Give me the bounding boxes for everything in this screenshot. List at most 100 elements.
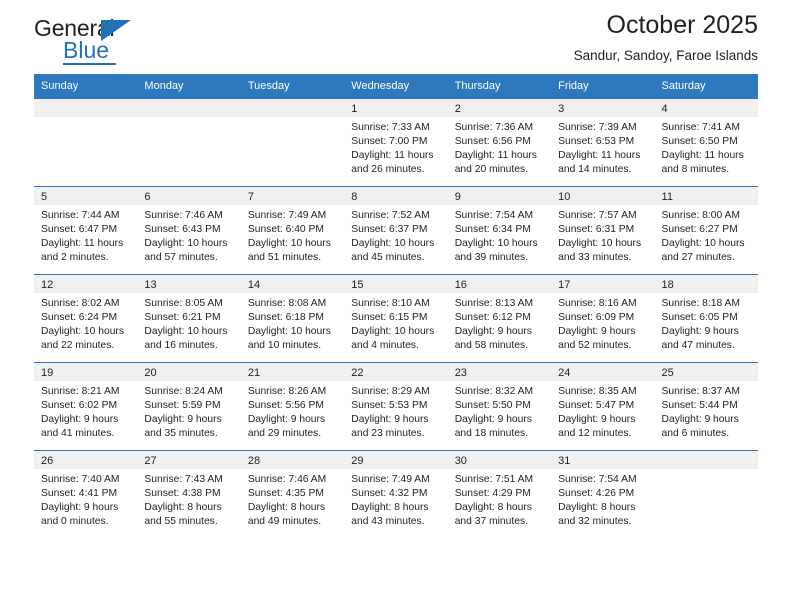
daylight-duration-line2: and 29 minutes. (247, 428, 322, 440)
sunrise-time: Sunrise: 7:40 AM (41, 474, 120, 485)
sunrise-time: Sunrise: 7:36 AM (454, 122, 534, 133)
sunrise-time: Sunrise: 8:00 AM (661, 210, 740, 221)
sunset-time: Sunset: 6:27 PM (661, 224, 738, 236)
daylight-duration-line1: Daylight: 10 hours (558, 238, 642, 250)
sunrise-time: Sunrise: 7:52 AM (351, 210, 430, 221)
calendar-day-cell[interactable]: 8 Sunrise: 7:52 AM Sunset: 6:37 PM Daylight… (344, 187, 448, 274)
calendar-day-cell[interactable]: 11 Sunrise: 8:00 AM Sunset: 6:27 PM Dayligh… (654, 187, 758, 274)
weekday-header-friday: Friday (551, 74, 655, 99)
day-number: 11 (654, 187, 758, 205)
daylight-duration-line2: and 4 minutes. (351, 340, 419, 352)
sunrise-time: Sunrise: 7:49 AM (351, 474, 430, 485)
sunset-time: Sunset: 5:47 PM (558, 400, 635, 412)
daylight-duration-line2: and 51 minutes. (247, 252, 322, 264)
calendar-day-cell[interactable]: 20 Sunrise: 8:24 AM Sunset: 5:59 PM Dayligh… (137, 363, 241, 450)
sunset-time: Sunset: 6:02 PM (41, 400, 118, 412)
daylight-duration-line1: Daylight: 11 hours (454, 150, 537, 162)
sunrise-time: Sunrise: 8:18 AM (661, 298, 740, 309)
daylight-duration-line1: Daylight: 8 hours (558, 502, 636, 514)
daylight-duration-line2: and 33 minutes. (558, 252, 632, 264)
calendar-day-cell[interactable]: 30 Sunrise: 7:51 AM Sunset: 4:29 PM Dayligh… (447, 451, 552, 538)
calendar-day-cell[interactable]: 13 Sunrise: 8:05 AM Sunset: 6:21 PM Dayligh… (137, 275, 241, 362)
sunrise-time: Sunrise: 8:26 AM (247, 386, 327, 397)
weekday-header-sunday: Sunday (34, 74, 138, 99)
daylight-duration-line2: and 43 minutes. (351, 516, 425, 528)
day-number: 2 (447, 99, 552, 117)
sunrise-time: Sunrise: 7:49 AM (247, 210, 327, 221)
calendar-day-cell[interactable]: 23 Sunrise: 8:32 AM Sunset: 5:50 PM Dayligh… (447, 363, 552, 450)
calendar-day-cell-empty (34, 99, 138, 186)
calendar-day-cell[interactable]: 24 Sunrise: 8:35 AM Sunset: 5:47 PM Dayligh… (551, 363, 655, 450)
calendar-day-cell[interactable]: 21 Sunrise: 8:26 AM Sunset: 5:56 PM Dayligh… (240, 363, 345, 450)
day-number: 17 (551, 275, 655, 293)
sunset-time: Sunset: 6:21 PM (144, 312, 221, 324)
calendar-day-cell[interactable]: 7 Sunrise: 7:49 AM Sunset: 6:40 PM Daylight… (240, 187, 345, 274)
daylight-duration-line2: and 12 minutes. (558, 428, 632, 440)
daylight-duration-line2: and 47 minutes. (661, 340, 735, 352)
day-details: Sunrise: 7:51 AM Sunset: 4:29 PM Daylight:… (448, 469, 551, 529)
sunset-time: Sunset: 6:37 PM (351, 224, 428, 236)
calendar-day-cell[interactable]: 18 Sunrise: 8:18 AM Sunset: 6:05 PM Dayligh… (654, 275, 758, 362)
calendar-day-cell[interactable]: 14 Sunrise: 8:08 AM Sunset: 6:18 PM Dayligh… (240, 275, 345, 362)
sunrise-time: Sunrise: 7:54 AM (558, 474, 637, 485)
day-number (137, 99, 241, 117)
day-details: Sunrise: 7:57 AM Sunset: 6:31 PM Daylight:… (551, 205, 654, 265)
calendar-day-cell[interactable]: 28 Sunrise: 7:46 AM Sunset: 4:35 PM Dayligh… (240, 451, 345, 538)
calendar-day-cell-empty (240, 99, 345, 186)
sunset-time: Sunset: 6:50 PM (661, 136, 738, 148)
calendar-day-cell[interactable]: 17 Sunrise: 8:16 AM Sunset: 6:09 PM Dayligh… (551, 275, 655, 362)
day-number: 8 (344, 187, 448, 205)
calendar-day-cell[interactable]: 26 Sunrise: 7:40 AM Sunset: 4:41 PM Dayligh… (34, 451, 138, 538)
day-details: Sunrise: 8:13 AM Sunset: 6:12 PM Daylight:… (448, 293, 551, 353)
daylight-duration-line1: Daylight: 9 hours (558, 414, 636, 426)
day-details: Sunrise: 8:08 AM Sunset: 6:18 PM Daylight:… (241, 293, 344, 353)
calendar-day-cell[interactable]: 6 Sunrise: 7:46 AM Sunset: 6:43 PM Daylight… (137, 187, 241, 274)
daylight-duration-line1: Daylight: 9 hours (454, 414, 532, 426)
daylight-duration-line1: Daylight: 8 hours (351, 502, 429, 514)
weekday-header-wednesday: Wednesday (344, 74, 448, 99)
title-block: October 2025 Sandur, Sandoy, Faroe Islan… (574, 10, 758, 66)
calendar-day-cell[interactable]: 2 Sunrise: 7:36 AM Sunset: 6:56 PM Daylight… (447, 99, 552, 186)
day-details: Sunrise: 7:40 AM Sunset: 4:41 PM Daylight:… (34, 469, 137, 529)
sunrise-time: Sunrise: 8:37 AM (661, 386, 740, 397)
calendar-day-cell[interactable]: 29 Sunrise: 7:49 AM Sunset: 4:32 PM Dayligh… (344, 451, 448, 538)
calendar-day-cell[interactable]: 9 Sunrise: 7:54 AM Sunset: 6:34 PM Daylight… (447, 187, 552, 274)
sunrise-time: Sunrise: 8:35 AM (558, 386, 637, 397)
daylight-duration-line2: and 2 minutes. (41, 252, 109, 264)
calendar-day-cell[interactable]: 3 Sunrise: 7:39 AM Sunset: 6:53 PM Daylight… (551, 99, 655, 186)
calendar-day-cell[interactable]: 16 Sunrise: 8:13 AM Sunset: 6:12 PM Dayligh… (447, 275, 552, 362)
calendar-day-cell[interactable]: 1 Sunrise: 7:33 AM Sunset: 7:00 PM Daylight… (344, 99, 448, 186)
daylight-duration-line2: and 41 minutes. (41, 428, 115, 440)
sunrise-time: Sunrise: 8:32 AM (454, 386, 534, 397)
calendar-body: 1 Sunrise: 7:33 AM Sunset: 7:00 PM Daylight… (34, 98, 758, 538)
daylight-duration-line1: Daylight: 10 hours (41, 326, 124, 338)
page-title: October 2025 (606, 11, 759, 39)
calendar-day-cell[interactable]: 27 Sunrise: 7:43 AM Sunset: 4:38 PM Dayligh… (137, 451, 241, 538)
daylight-duration-line1: Daylight: 10 hours (144, 326, 228, 338)
sunrise-time: Sunrise: 7:44 AM (41, 210, 120, 221)
day-details: Sunrise: 8:26 AM Sunset: 5:56 PM Daylight:… (241, 381, 344, 441)
general-blue-logo: General Blue (34, 17, 164, 65)
daylight-duration-line2: and 20 minutes. (454, 164, 528, 176)
calendar-day-cell[interactable]: 22 Sunrise: 8:29 AM Sunset: 5:53 PM Dayligh… (344, 363, 448, 450)
sunset-time: Sunset: 7:00 PM (351, 136, 428, 148)
calendar-day-cell[interactable]: 31 Sunrise: 7:54 AM Sunset: 4:26 PM Dayligh… (551, 451, 655, 538)
sunset-time: Sunset: 5:44 PM (661, 400, 738, 412)
calendar-day-cell[interactable]: 19 Sunrise: 8:21 AM Sunset: 6:02 PM Dayligh… (34, 363, 138, 450)
calendar-day-cell[interactable]: 4 Sunrise: 7:41 AM Sunset: 6:50 PM Daylight… (654, 99, 758, 186)
daylight-duration-line1: Daylight: 10 hours (247, 238, 331, 250)
weekday-header-thursday: Thursday (447, 74, 552, 99)
weekday-header-saturday: Saturday (654, 74, 758, 99)
sunrise-time: Sunrise: 7:51 AM (454, 474, 534, 485)
day-number: 30 (447, 451, 552, 469)
calendar-day-cell[interactable]: 5 Sunrise: 7:44 AM Sunset: 6:47 PM Daylight… (34, 187, 138, 274)
day-details: Sunrise: 7:46 AM Sunset: 4:35 PM Daylight:… (241, 469, 344, 529)
weekday-header-tuesday: Tuesday (240, 74, 345, 99)
daylight-duration-line1: Daylight: 9 hours (41, 502, 119, 514)
calendar-day-cell[interactable]: 25 Sunrise: 8:37 AM Sunset: 5:44 PM Dayligh… (654, 363, 758, 450)
sunset-time: Sunset: 4:35 PM (247, 488, 324, 500)
calendar-day-cell[interactable]: 12 Sunrise: 8:02 AM Sunset: 6:24 PM Dayligh… (34, 275, 138, 362)
day-details: Sunrise: 7:41 AM Sunset: 6:50 PM Daylight:… (655, 117, 758, 177)
calendar-day-cell[interactable]: 10 Sunrise: 7:57 AM Sunset: 6:31 PM Dayligh… (551, 187, 655, 274)
calendar-day-cell[interactable]: 15 Sunrise: 8:10 AM Sunset: 6:15 PM Dayligh… (344, 275, 448, 362)
